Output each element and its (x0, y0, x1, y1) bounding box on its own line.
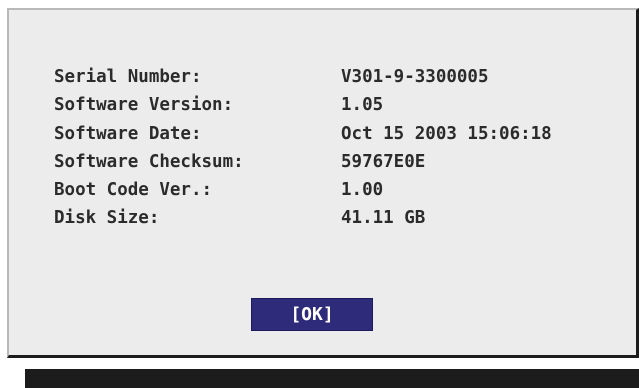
screen: Serial Number: V301-9-3300005 Software V… (0, 0, 639, 388)
disk-size-value: 41.11 GB (341, 208, 426, 229)
serial-number-value: V301-9-3300005 (341, 67, 489, 87)
serial-number-label: Serial Number: (54, 67, 202, 87)
boot-code-version-row: Boot Code Ver.: 1.00 (54, 176, 552, 204)
disk-size-row: Disk Size: 41.11 GB (54, 204, 552, 232)
boot-code-version-label: Boot Code Ver.: (54, 180, 213, 201)
bottom-bar (25, 369, 639, 388)
software-version-row: Software Version: 1.05 (54, 91, 552, 119)
software-date-label: Software Date: (54, 123, 202, 144)
serial-number-row: Serial Number: V301-9-3300005 (54, 63, 552, 91)
software-date-value: Oct 15 2003 15:06:18 (341, 123, 552, 144)
software-date-row: Software Date: Oct 15 2003 15:06:18 (54, 120, 552, 148)
software-version-label: Software Version: (54, 95, 234, 116)
disk-size-label: Disk Size: (54, 208, 160, 229)
software-checksum-row: Software Checksum: 59767E0E (54, 148, 552, 176)
system-info-list: Serial Number: V301-9-3300005 Software V… (54, 63, 552, 233)
software-checksum-value: 59767E0E (341, 151, 426, 172)
software-checksum-label: Software Checksum: (54, 151, 244, 172)
boot-code-version-value: 1.00 (341, 180, 384, 201)
software-version-value: 1.05 (341, 95, 384, 116)
ok-button[interactable]: [OK] (251, 298, 373, 331)
